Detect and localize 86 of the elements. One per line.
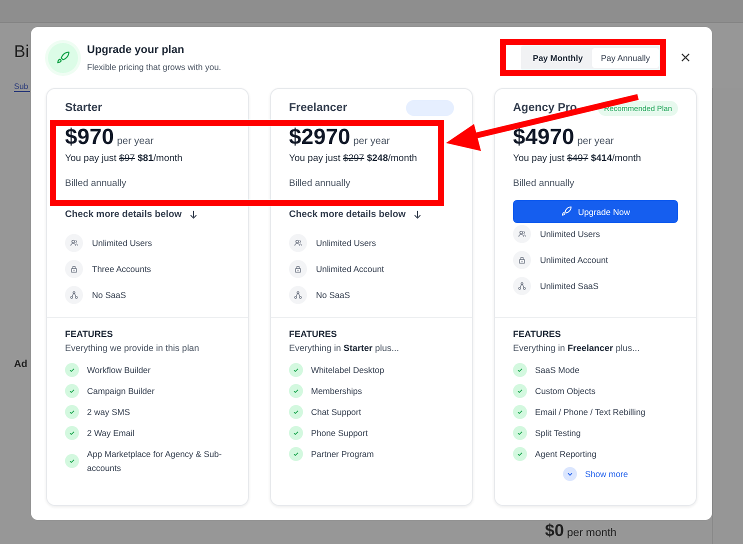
check-icon	[513, 426, 527, 440]
rocket-icon	[561, 206, 572, 217]
check-icon	[65, 384, 79, 398]
section-heading: Ad	[14, 359, 28, 370]
features-intro: Everything we provide in this plan	[65, 343, 200, 353]
users-icon	[289, 234, 307, 252]
monthly-price: You pay just $297 $248/month	[289, 153, 418, 164]
feature-item: App Marketplace for Agency & Sub-accounts	[87, 448, 223, 475]
plan-price: $970	[65, 124, 114, 150]
plan-limit: Unlimited Users	[92, 238, 152, 248]
billing-note: Billed annually	[65, 178, 128, 189]
plan-limit: Unlimited Account	[316, 264, 384, 274]
rocket-icon	[48, 42, 78, 72]
feature-item: Split Testing	[535, 427, 581, 440]
feature-item: Chat Support	[311, 406, 362, 419]
feature-item: Workflow Builder	[87, 364, 151, 377]
price-period: per year	[353, 136, 390, 147]
plan-tag	[406, 100, 454, 116]
plan-name: Freelancer	[289, 102, 348, 114]
plan-name: Starter	[65, 102, 102, 114]
arrow-down-icon	[188, 210, 198, 218]
details-link[interactable]: Check more details below	[289, 208, 406, 220]
check-icon	[513, 405, 527, 419]
plan-price: $2970	[289, 124, 350, 150]
arrow-down-icon	[412, 210, 422, 218]
page-tab[interactable]: Sub	[14, 82, 30, 92]
feature-item: 2 way SMS	[87, 406, 130, 419]
dialog-subtitle: Flexible pricing that grows with you.	[87, 62, 222, 72]
billing-option[interactable]: Pay Annually	[592, 48, 659, 68]
billing-option[interactable]: Pay Monthly	[524, 48, 592, 68]
monthly-price: You pay just $497 $414/month	[513, 153, 642, 164]
feature-item: Partner Program	[311, 448, 374, 461]
background-price: $0 per month	[545, 521, 617, 541]
page-heading: Bi	[14, 42, 30, 62]
plan-price: $4970	[513, 124, 574, 150]
monthly-price: You pay just $97 $81/month	[65, 153, 184, 164]
check-icon	[289, 363, 303, 377]
check-icon	[289, 405, 303, 419]
details-link[interactable]: Check more details below	[65, 208, 182, 220]
billing-note: Billed annually	[289, 178, 352, 189]
building-icon	[289, 260, 307, 278]
plan-limit: No SaaS	[316, 290, 350, 300]
check-icon	[65, 454, 79, 468]
features-heading: FEATURES	[65, 329, 114, 339]
feature-item: Email / Phone / Text Rebilling	[535, 406, 646, 419]
check-icon	[65, 363, 79, 377]
feature-item: Custom Objects	[535, 385, 596, 398]
users-icon	[65, 234, 83, 252]
nodes-icon	[289, 286, 307, 304]
nodes-icon	[513, 277, 531, 295]
show-more-link[interactable]: Show more	[585, 469, 628, 479]
dialog-title: Upgrade your plan	[87, 44, 186, 56]
feature-item: Memberships	[311, 385, 362, 398]
check-icon	[289, 447, 303, 461]
price-period: per year	[116, 136, 154, 147]
building-icon	[65, 260, 83, 278]
check-icon	[289, 384, 303, 398]
feature-item: Agent Reporting	[535, 448, 596, 461]
check-icon	[513, 363, 527, 377]
plan-limit: Three Accounts	[92, 264, 152, 274]
feature-item: SaaS Mode	[535, 364, 580, 377]
features-heading: FEATURES	[289, 329, 338, 339]
feature-item: Campaign Builder	[87, 385, 155, 398]
check-icon	[65, 405, 79, 419]
features-intro: Everything in Starter plus...	[289, 343, 400, 353]
building-icon	[513, 251, 531, 269]
feature-item: Phone Support	[311, 427, 368, 440]
plan-limit: No SaaS	[92, 290, 126, 300]
check-icon	[513, 447, 527, 461]
users-icon	[513, 225, 531, 243]
plan-limit: Unlimited Users	[316, 238, 376, 248]
chevron-down-icon[interactable]	[563, 467, 577, 481]
plan-limit: Unlimited Users	[540, 229, 600, 239]
features-intro: Everything in Freelancer plus...	[513, 343, 641, 353]
nodes-icon	[65, 286, 83, 304]
check-icon	[513, 384, 527, 398]
check-icon	[65, 426, 79, 440]
price-period: per year	[577, 136, 614, 147]
check-icon	[289, 426, 303, 440]
feature-item: Whitelabel Desktop	[311, 364, 384, 377]
upgrade-button[interactable]: Upgrade Now	[513, 200, 678, 223]
plan-limit: Unlimited Account	[540, 255, 608, 265]
features-heading: FEATURES	[513, 329, 562, 339]
feature-item: 2 Way Email	[87, 427, 134, 440]
plan-limit: Unlimited SaaS	[540, 281, 599, 291]
billing-note: Billed annually	[513, 178, 576, 189]
